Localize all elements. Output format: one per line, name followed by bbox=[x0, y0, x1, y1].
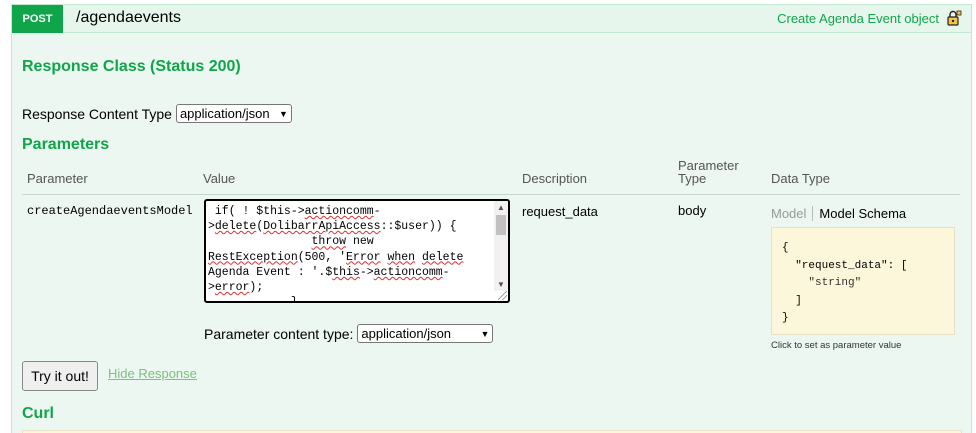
parameter-content-type: Parameter content type: application/json… bbox=[204, 324, 494, 343]
operation-panel: POST /agendaevents Create Agenda Event o… bbox=[11, 4, 972, 433]
try-it-out-button[interactable]: Try it out! bbox=[22, 361, 98, 391]
parameter-name: createAgendaeventsModel bbox=[27, 204, 193, 218]
parameter-content-type-label: Parameter content type: bbox=[204, 325, 354, 342]
col-value: Value bbox=[203, 171, 236, 186]
response-class-heading: Response Class (Status 200) bbox=[22, 58, 241, 75]
response-content-type: Response Content Type application/json ▼ bbox=[22, 104, 292, 123]
parameter-type: body bbox=[678, 203, 707, 218]
operation-header[interactable]: POST /agendaevents Create Agenda Event o… bbox=[12, 5, 971, 33]
parameter-value-textarea[interactable]: if( ! $this->actioncomm- >delete(Dolibar… bbox=[204, 199, 510, 303]
parameter-content-type-value: application/json bbox=[361, 326, 452, 341]
hide-response-link[interactable]: Hide Response bbox=[108, 366, 197, 381]
textarea-scrollbar[interactable]: ▲ ▼ bbox=[494, 201, 508, 291]
parameters-heading: Parameters bbox=[22, 136, 110, 153]
model-tabs: Model Model Schema bbox=[771, 206, 906, 221]
http-method-badge[interactable]: POST bbox=[12, 5, 63, 33]
endpoint-path[interactable]: /agendaevents bbox=[76, 9, 181, 27]
lock-icon[interactable] bbox=[946, 10, 962, 26]
model-schema-code: { "request_data": [ "string" ] } bbox=[782, 242, 908, 324]
parameters-table-header: Parameter Value Description Parameter Ty… bbox=[22, 159, 960, 195]
scrollbar-thumb[interactable] bbox=[496, 215, 506, 235]
parameter-description: request_data bbox=[522, 204, 598, 219]
model-schema-box[interactable]: { "request_data": [ "string" ] } bbox=[771, 227, 955, 335]
tab-model-schema[interactable]: Model Schema bbox=[813, 206, 906, 221]
col-parameter: Parameter bbox=[27, 171, 88, 186]
operation-summary[interactable]: Create Agenda Event object bbox=[777, 11, 939, 26]
col-data-type: Data Type bbox=[771, 171, 831, 186]
resize-handle-icon[interactable] bbox=[498, 291, 507, 300]
col-description: Description bbox=[522, 171, 588, 186]
parameter-content-type-select[interactable]: application/json ▼ bbox=[357, 324, 494, 343]
response-content-type-value: application/json bbox=[179, 106, 270, 121]
chevron-down-icon: ▼ bbox=[480, 328, 490, 339]
parameter-value-code: if( ! $this->actioncomm- >delete(Dolibar… bbox=[208, 205, 464, 303]
scroll-up-icon[interactable]: ▲ bbox=[497, 203, 505, 212]
response-content-type-select[interactable]: application/json ▼ bbox=[175, 104, 292, 123]
schema-hint: Click to set as parameter value bbox=[771, 340, 902, 351]
chevron-down-icon: ▼ bbox=[279, 108, 288, 119]
curl-heading: Curl bbox=[22, 405, 54, 422]
tab-model[interactable]: Model bbox=[771, 206, 814, 221]
scroll-down-icon[interactable]: ▼ bbox=[497, 280, 505, 289]
col-parameter-type: Parameter Type bbox=[678, 158, 739, 186]
response-content-type-label: Response Content Type bbox=[22, 105, 172, 122]
